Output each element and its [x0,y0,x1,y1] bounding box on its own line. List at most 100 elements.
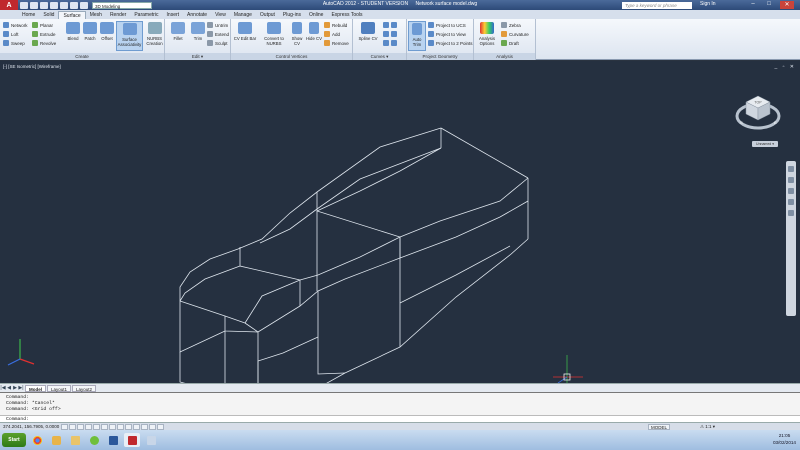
save-as-icon[interactable] [50,1,58,9]
tab-annotate[interactable]: Annotate [183,11,211,19]
sweep-button[interactable]: Sweep [3,39,25,47]
curvature-button[interactable]: Curvature [501,30,529,38]
taskbar-app-paint[interactable] [143,433,159,447]
sign-in-button[interactable]: Sign In [700,1,716,7]
taskbar-app-chrome[interactable] [29,433,45,447]
remove-cv-button[interactable]: Remove [324,39,349,47]
selection-cycling-button[interactable] [157,423,164,430]
tab-model[interactable]: Model [25,384,46,392]
tab-solid[interactable]: Solid [39,11,58,19]
orbit-icon[interactable] [788,199,794,205]
dynamic-input-button[interactable] [125,423,132,430]
taskbar-app-spotify[interactable] [86,433,102,447]
viewcube[interactable]: TOP S E [734,86,782,134]
close-button[interactable]: ✕ [780,1,794,9]
spline-cv-button[interactable]: Spline CV [355,21,381,51]
command-input[interactable]: Command: [0,415,800,422]
object-snap-button[interactable] [93,423,100,430]
project-to-view-button[interactable]: Project to View [428,30,466,38]
viewport-window-controls[interactable]: _ ▫ ✕ [774,64,796,70]
ortho-mode-button[interactable] [77,423,84,430]
system-tray-clock[interactable]: 21:05 03/02/2014 [773,432,796,446]
polar-tracking-button[interactable] [85,423,92,430]
tab-output[interactable]: Output [256,11,279,19]
quick-properties-button[interactable] [149,423,156,430]
rebuild-button[interactable]: Rebuild [324,21,347,29]
curve-tool-2-button[interactable] [383,30,399,38]
tab-insert[interactable]: Insert [163,11,184,19]
tab-layout2[interactable]: Layout2 [72,384,97,392]
3d-object-snap-button[interactable] [101,423,108,430]
zebra-button[interactable]: Zebra [501,21,521,29]
nurbs-creation-button[interactable]: NURBS Creation [144,21,165,51]
taskbar-app-media[interactable] [48,433,64,447]
network-button[interactable]: Network [3,21,28,29]
loft-button[interactable]: Loft [3,30,19,38]
planar-button[interactable]: Planar [32,21,53,29]
showmotion-icon[interactable] [788,210,794,216]
auto-trim-button[interactable]: Auto Trim [408,21,426,51]
tab-surface[interactable]: Surface [58,11,86,19]
application-menu-button[interactable]: A [0,0,18,10]
object-snap-tracking-button[interactable] [109,423,116,430]
curve-tool-1-button[interactable] [383,21,399,29]
zoom-icon[interactable] [788,188,794,194]
minimize-button[interactable]: – [746,1,760,9]
sculpt-button[interactable]: Sculpt [207,39,228,47]
tab-parametric[interactable]: Parametric [130,11,162,19]
draft-button[interactable]: Draft [501,39,519,47]
tab-plug-ins[interactable]: Plug-ins [279,11,305,19]
redo-icon[interactable] [70,1,78,9]
viewport-controls-label[interactable]: [-] [SE Isometric] [Wireframe] [3,64,61,69]
tab-online[interactable]: Online [305,11,327,19]
cv-edit-bar-button[interactable]: CV Edit Bar [232,21,258,51]
maximize-button[interactable]: □ [762,1,776,9]
drawing-viewport[interactable]: [-] [SE Isometric] [Wireframe] _ ▫ ✕ TOP… [0,61,800,383]
lineweight-button[interactable] [133,423,140,430]
tab-manage[interactable]: Manage [230,11,256,19]
edit-panel-title[interactable]: Edit ▾ [165,53,230,60]
coordinates-readout[interactable]: 374.2041, 156.7905, 0.0000 [0,424,60,429]
tab-mesh[interactable]: Mesh [86,11,106,19]
start-button[interactable]: Start [2,433,26,447]
new-icon[interactable] [20,1,28,9]
fillet-button[interactable]: Fillet [167,21,189,51]
curve-tool-3-button[interactable] [383,39,399,47]
taskbar-app-folder[interactable] [67,433,83,447]
add-cv-button[interactable]: Add [324,30,340,38]
taskbar-app-autocad[interactable] [124,433,140,447]
project-to-ucs-button[interactable]: Project to UCS [428,21,466,29]
snap-mode-button[interactable] [61,423,68,430]
taskbar-app-word[interactable] [105,433,121,447]
convert-to-nurbs-button[interactable]: Convert to NURBS [259,21,289,51]
tab-home[interactable]: Home [18,11,39,19]
search-input[interactable]: Type a keyword or phrase [622,1,692,9]
wcs-menu-button[interactable]: Unnamed ▾ [752,141,778,147]
offset-button[interactable]: Offset [96,21,118,51]
workspace-dropdown[interactable]: 3D Modeling [92,1,152,9]
dynamic-ucs-button[interactable] [117,423,124,430]
tab-layout1[interactable]: Layout1 [47,384,72,392]
trim-button[interactable]: Trim [187,21,209,51]
open-icon[interactable] [30,1,38,9]
save-icon[interactable] [40,1,48,9]
plot-icon[interactable] [80,1,88,9]
surface-associativity-button[interactable]: Surface Associativity [116,21,143,51]
project-to-2-points-button[interactable]: Project to 2 Points [428,39,473,47]
analysis-options-button[interactable]: Analysis Options [475,21,499,51]
tab-render[interactable]: Render [106,11,130,19]
hide-cv-button[interactable]: Hide CV [306,21,322,51]
extrude-button[interactable]: Extrude [32,30,56,38]
tab-express-tools[interactable]: Express Tools [327,11,366,19]
extend-button[interactable]: Extend [207,30,229,38]
transparency-button[interactable] [141,423,148,430]
curves-panel-title[interactable]: Curves ▾ [353,53,406,60]
pan-icon[interactable] [788,177,794,183]
grid-display-button[interactable] [69,423,76,430]
show-cv-button[interactable]: Show CV [289,21,305,51]
tab-view[interactable]: View [211,11,230,19]
steering-wheel-icon[interactable] [788,166,794,172]
untrim-button[interactable]: Untrim [207,21,228,29]
revolve-button[interactable]: Revolve [32,39,56,47]
last-layout-icon[interactable]: ▶| [18,385,24,391]
